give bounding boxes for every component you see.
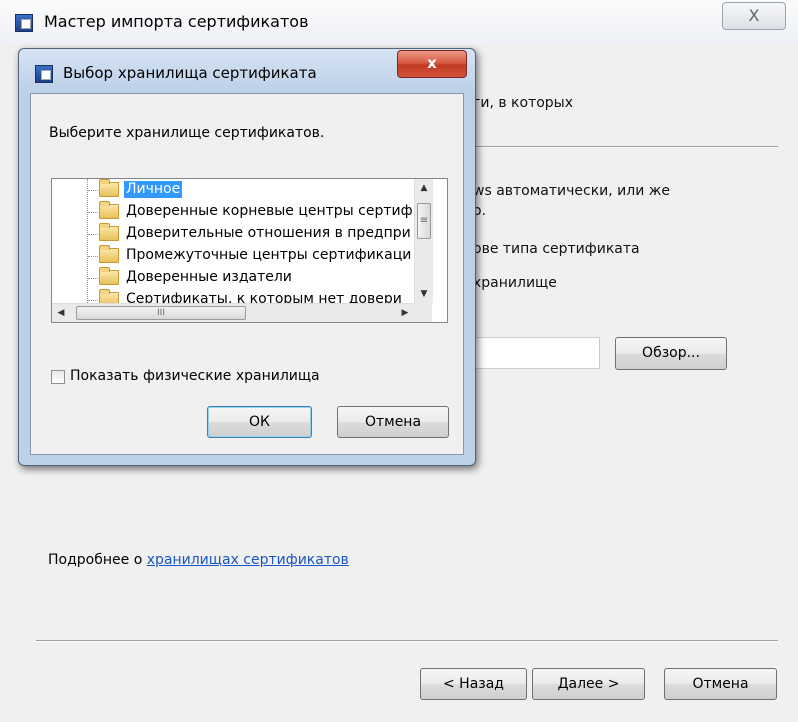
certificate-app-icon xyxy=(35,65,53,83)
tree-item-label: Доверенные корневые центры сертиф xyxy=(126,203,413,219)
ok-button[interactable]: ОК xyxy=(207,406,312,438)
dialog-prompt: Выберите хранилище сертификатов. xyxy=(49,125,325,141)
show-physical-stores-label: Показать физические хранилища xyxy=(70,368,320,384)
folder-icon xyxy=(99,245,119,263)
tree-connector xyxy=(88,190,98,191)
tree-item-enterprise-trust[interactable]: Доверительные отношения в предпри xyxy=(52,223,414,245)
close-icon: X xyxy=(748,6,760,25)
tree-item-label: Сертификаты, к которым нет довери xyxy=(126,291,402,303)
scrollbar-corner xyxy=(414,303,432,322)
dialog-client-area: Выберите хранилище сертификатов. Личное … xyxy=(30,93,464,455)
tree-connector xyxy=(88,234,98,235)
vertical-scroll-thumb[interactable]: ≡ xyxy=(417,203,431,239)
certificate-store-tree[interactable]: Личное Доверенные корневые центры сертиф… xyxy=(51,178,448,323)
select-certificate-store-dialog: Выбор хранилища сертификата x Выберите х… xyxy=(18,48,476,466)
tree-item-untrusted[interactable]: Сертификаты, к которым нет довери xyxy=(52,289,414,303)
scroll-down-arrow-icon[interactable]: ▼ xyxy=(415,285,433,303)
next-button[interactable]: Далее > xyxy=(532,668,645,700)
wizard-header-divider xyxy=(470,146,778,148)
tree-item-label: Доверительные отношения в предпри xyxy=(126,225,411,241)
folder-icon xyxy=(99,201,119,219)
wizard-footer-divider xyxy=(36,640,778,642)
auto-select-option-fragment: ws автоматически, или же xyxy=(473,183,670,199)
wizard-title: Мастер импорта сертификатов xyxy=(44,12,309,31)
learn-more-prefix: Подробнее о xyxy=(48,552,147,568)
tree-connector xyxy=(88,278,98,279)
show-physical-stores-checkbox[interactable] xyxy=(51,370,65,384)
learn-more-line: Подробнее о хранилищах сертификатов xyxy=(48,552,349,568)
dialog-cancel-button[interactable]: Отмена xyxy=(337,406,449,438)
wizard-close-button[interactable]: X xyxy=(722,2,786,30)
auto-select-option-fragment-3: ове типа сертификата xyxy=(473,241,640,257)
tree-item-trusted-root[interactable]: Доверенные корневые центры сертиф xyxy=(52,201,414,223)
tree-item-personal[interactable]: Личное xyxy=(52,179,414,201)
tree-item-intermediate[interactable]: Промежуточные центры сертификаци xyxy=(52,245,414,267)
scroll-left-arrow-icon[interactable]: ◀ xyxy=(52,304,70,322)
back-button[interactable]: < Назад xyxy=(420,668,527,700)
tree-horizontal-scrollbar[interactable]: ◀ III ▶ xyxy=(52,303,414,322)
tree-item-label: Промежуточные центры сертификаци xyxy=(126,247,412,263)
certificate-app-icon xyxy=(15,14,33,32)
tree-item-label: Личное xyxy=(124,181,183,198)
wizard-titlebar: Мастер импорта сертификатов X xyxy=(0,0,798,44)
tree-connector xyxy=(88,256,98,257)
folder-icon xyxy=(99,267,119,285)
manual-store-option-fragment: хранилище xyxy=(473,275,557,291)
wizard-description-fragment: ги, в которых xyxy=(473,95,574,111)
dialog-close-button[interactable]: x xyxy=(397,50,467,78)
dialog-title: Выбор хранилища сертификата xyxy=(63,64,317,82)
scroll-right-arrow-icon[interactable]: ▶ xyxy=(396,304,414,322)
folder-icon xyxy=(99,223,119,241)
folder-icon xyxy=(99,179,119,197)
certificate-stores-link[interactable]: хранилищах сертификатов xyxy=(147,552,349,568)
dialog-titlebar: Выбор хранилища сертификата x xyxy=(19,49,475,93)
scroll-up-arrow-icon[interactable]: ▲ xyxy=(415,179,433,197)
tree-vertical-scrollbar[interactable]: ▲ ≡ ▼ xyxy=(414,179,433,303)
folder-icon xyxy=(99,289,119,303)
browse-button[interactable]: Обзор... xyxy=(615,337,727,370)
horizontal-scroll-thumb[interactable]: III xyxy=(76,306,246,320)
tree-item-label: Доверенные издатели xyxy=(126,269,292,285)
tree-item-trusted-publishers[interactable]: Доверенные издатели xyxy=(52,267,414,289)
tree-items: Личное Доверенные корневые центры сертиф… xyxy=(52,179,414,303)
tree-connector xyxy=(88,300,98,301)
wizard-cancel-button[interactable]: Отмена xyxy=(664,668,777,700)
store-path-field[interactable] xyxy=(470,337,600,369)
tree-connector xyxy=(88,212,98,213)
close-icon: x xyxy=(427,54,437,72)
